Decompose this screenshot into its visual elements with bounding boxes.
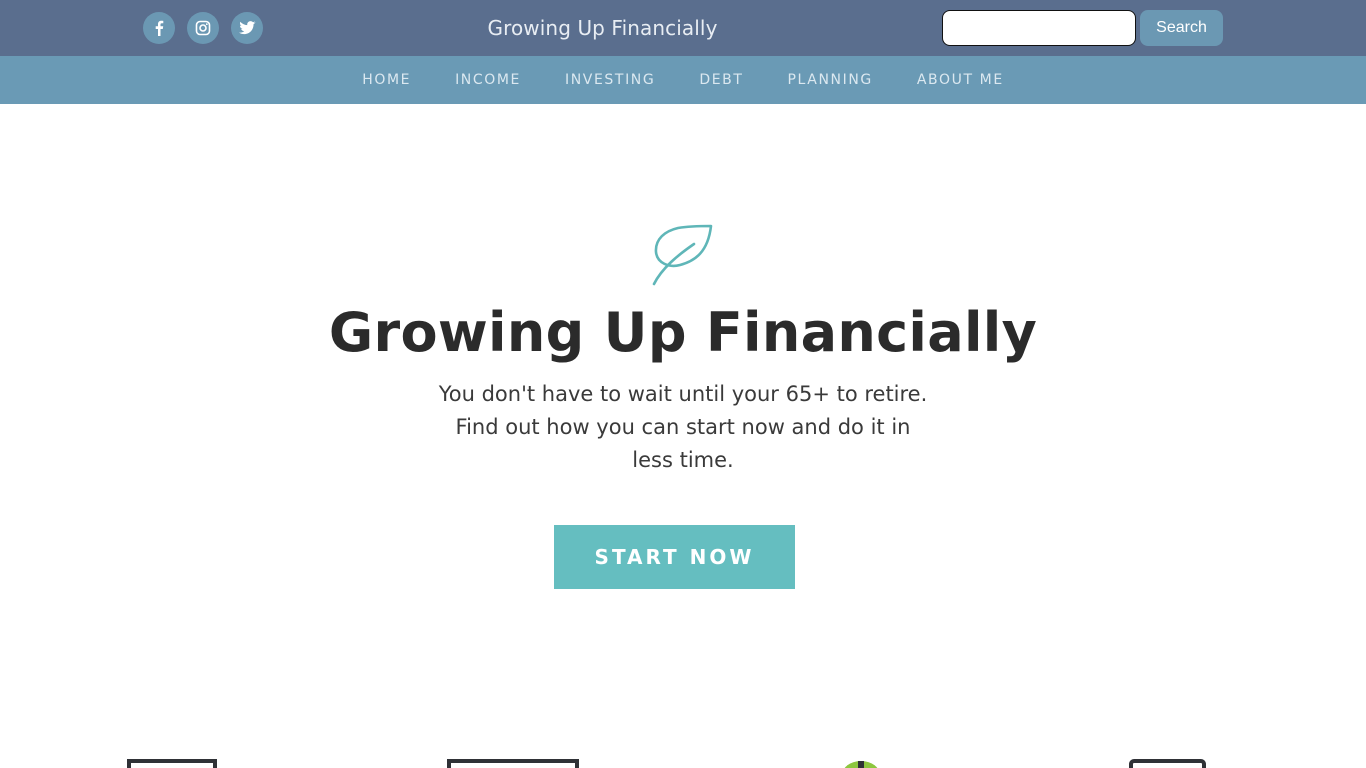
site-title-text[interactable]: Growing Up Financially <box>487 16 717 40</box>
search-input[interactable] <box>942 10 1136 46</box>
nav-item-home[interactable]: HOME <box>362 72 411 88</box>
nav-item-planning[interactable]: PLANNING <box>788 72 873 88</box>
nav-item-debt[interactable]: DEBT <box>699 72 743 88</box>
nav-item-investing[interactable]: INVESTING <box>565 72 655 88</box>
nav-item-income[interactable]: INCOME <box>455 72 521 88</box>
main-nav: HOME INCOME INVESTING DEBT PLANNING ABOU… <box>0 56 1366 104</box>
hero-subtitle: You don't have to wait until your 65+ to… <box>438 382 928 472</box>
nav-item-about-me[interactable]: ABOUT ME <box>917 72 1004 88</box>
search-button[interactable]: Search <box>1140 10 1223 46</box>
start-now-button[interactable]: START NOW <box>554 525 795 589</box>
top-bar: Growing Up Financially Search <box>0 0 1366 56</box>
hero-title: Growing Up Financially <box>328 301 1038 364</box>
money-bag-icon <box>844 761 878 768</box>
tablet-icon <box>1129 759 1206 768</box>
laptop-icon <box>447 759 579 768</box>
monitor-icon <box>127 759 217 768</box>
leaf-icon <box>652 224 713 286</box>
